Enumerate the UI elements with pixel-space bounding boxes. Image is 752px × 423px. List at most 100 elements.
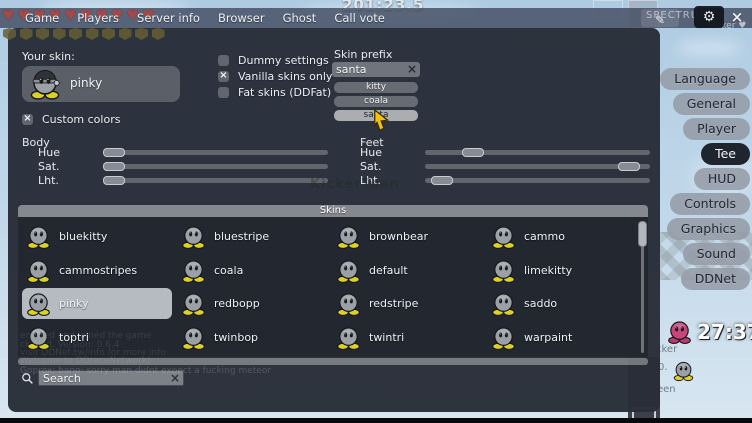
skin-item-warpaint[interactable]: warpaint: [487, 322, 637, 353]
slider-label: Sat.: [38, 160, 103, 173]
slider-label: Hue: [38, 146, 103, 159]
skin-item-cammo[interactable]: cammo: [487, 221, 637, 252]
custom-colors-label: Custom colors: [42, 113, 120, 126]
menu-item-game[interactable]: Game: [25, 11, 59, 25]
skins-header: Skins: [18, 205, 648, 217]
skin-name: redbopp: [214, 297, 260, 310]
tee-avatar: [335, 223, 362, 250]
skin-name: bluestripe: [214, 230, 269, 243]
slider-feet-hue: Hue: [360, 145, 650, 159]
slider-handle[interactable]: [462, 148, 484, 157]
skin-preview[interactable]: pinky: [22, 66, 180, 102]
skin-prefix-input[interactable]: santa ×: [332, 62, 420, 77]
clear-icon[interactable]: ×: [170, 371, 180, 385]
skin-item-cammostripes[interactable]: cammostripes: [22, 255, 172, 286]
skin-item-bluekitty[interactable]: bluekitty: [22, 221, 172, 252]
custom-colors-checkbox[interactable]: × Custom colors: [22, 113, 120, 126]
menu-item-server-info[interactable]: Server info: [137, 11, 200, 25]
skins-list: bluekitty bluestripe brownbear cammo cammost…: [18, 217, 648, 357]
checkbox-fat-skins-ddfat[interactable]: Fat skins (DDFat): [218, 84, 332, 100]
skin-name: twinbop: [214, 331, 258, 344]
tab-language[interactable]: Language: [660, 68, 750, 90]
clear-icon[interactable]: ×: [407, 62, 417, 76]
skin-item-saddo[interactable]: saddo: [487, 288, 637, 319]
prefix-option-coala[interactable]: coala: [334, 96, 418, 107]
slider-handle[interactable]: [431, 176, 453, 185]
scrollbar-thumb[interactable]: [638, 221, 647, 247]
cloud: [676, 40, 742, 56]
skin-item-default[interactable]: default: [332, 255, 482, 286]
skin-item-brownbear[interactable]: brownbear: [332, 221, 482, 252]
search-placeholder: Search: [43, 372, 81, 385]
slider-handle[interactable]: [103, 148, 125, 157]
menu-items: Game Players Server info Browser Ghost Call v…: [25, 8, 385, 28]
slider-handle[interactable]: [618, 162, 640, 171]
tee-avatar: [25, 290, 52, 317]
menu-item-players[interactable]: Players: [77, 11, 119, 25]
tab-hud[interactable]: HUD: [694, 168, 750, 190]
skin-item-twinbop[interactable]: twinbop: [177, 322, 327, 353]
heart-icon: ♥: [2, 6, 15, 26]
settings-button[interactable]: ⚙: [694, 6, 724, 28]
slider-track[interactable]: [103, 150, 328, 155]
menubar: ♥♥♥♥♥♥♥♥♥♥ GamePlayersServer infoBrowser…: [0, 8, 752, 28]
shield-icon: [36, 28, 49, 40]
checkbox-vanilla-skins-only[interactable]: ×Vanilla skins only: [218, 68, 332, 84]
slider-track[interactable]: [425, 178, 650, 183]
tab-general[interactable]: General: [673, 93, 750, 115]
tee-avatar: [180, 223, 207, 250]
slider-feet-lht: Lht.: [360, 173, 650, 187]
tee-avatar: [490, 223, 517, 250]
spectator-timer-text: 27:37: [697, 320, 752, 344]
skin-item-pinky[interactable]: pinky: [22, 288, 172, 319]
tab-sound[interactable]: Sound: [683, 243, 750, 265]
slider-track[interactable]: [103, 164, 328, 169]
skin-item-redstripe[interactable]: redstripe: [332, 288, 482, 319]
skin-item-bluestripe[interactable]: bluestripe: [177, 221, 327, 252]
shield-icon: [102, 28, 115, 40]
checkbox: ×: [22, 114, 33, 125]
checkbox-dummy-settings[interactable]: Dummy settings: [218, 52, 332, 68]
checkbox-label: Dummy settings: [238, 54, 329, 67]
skin-toggles: Dummy settings×Vanilla skins onlyFat ski…: [218, 52, 332, 100]
skin-item-redbopp[interactable]: redbopp: [177, 288, 327, 319]
skin-item-limekitty[interactable]: limekitty: [487, 255, 637, 286]
checkbox: ×: [218, 71, 229, 82]
tee-avatar: [25, 324, 52, 351]
tab-controls[interactable]: Controls: [670, 193, 750, 215]
editor-button[interactable]: ✎: [641, 9, 679, 27]
skin-name: cammo: [524, 230, 565, 243]
slider-label: Sat.: [360, 160, 425, 173]
shield-icon: [53, 28, 66, 40]
skin-name: limekitty: [524, 264, 572, 277]
pencil-icon: ✎: [655, 11, 665, 29]
tab-tee[interactable]: Tee: [701, 143, 750, 165]
search-input[interactable]: Search ×: [38, 370, 184, 386]
menu-item-ghost[interactable]: Ghost: [283, 11, 317, 25]
menu-item-call-vote[interactable]: Call vote: [334, 11, 385, 25]
tab-graphics[interactable]: Graphics: [667, 218, 750, 240]
skin-item-coala[interactable]: coala: [177, 255, 327, 286]
slider-handle[interactable]: [103, 176, 125, 185]
checkbox: [218, 55, 229, 66]
body-sliders: HueSat.Lht.: [38, 145, 328, 187]
shield-icon: [86, 28, 99, 40]
skin-name: cammostripes: [59, 264, 137, 277]
menu-item-browser[interactable]: Browser: [218, 11, 265, 25]
skin-item-twintri[interactable]: twintri: [332, 322, 482, 353]
prefix-option-kitty[interactable]: kitty: [334, 82, 418, 93]
tee-avatar: [490, 324, 517, 351]
horizontal-scrollbar[interactable]: [18, 358, 648, 365]
slider-track[interactable]: [103, 178, 328, 183]
skin-item-toptri[interactable]: toptri: [22, 322, 172, 353]
tee-settings-panel: Your skin: pinky Dummy settings×Vanilla …: [8, 28, 660, 412]
slider-track[interactable]: [425, 164, 650, 169]
skin-prefix-label: Skin prefix: [334, 48, 392, 61]
slider-track[interactable]: [425, 150, 650, 155]
skin-name: saddo: [524, 297, 557, 310]
tab-ddnet[interactable]: DDNet: [681, 268, 750, 290]
tab-player[interactable]: Player: [683, 118, 750, 140]
slider-handle[interactable]: [103, 162, 125, 171]
close-menu-button[interactable]: ×: [727, 7, 747, 27]
tee-avatar: [180, 290, 207, 317]
